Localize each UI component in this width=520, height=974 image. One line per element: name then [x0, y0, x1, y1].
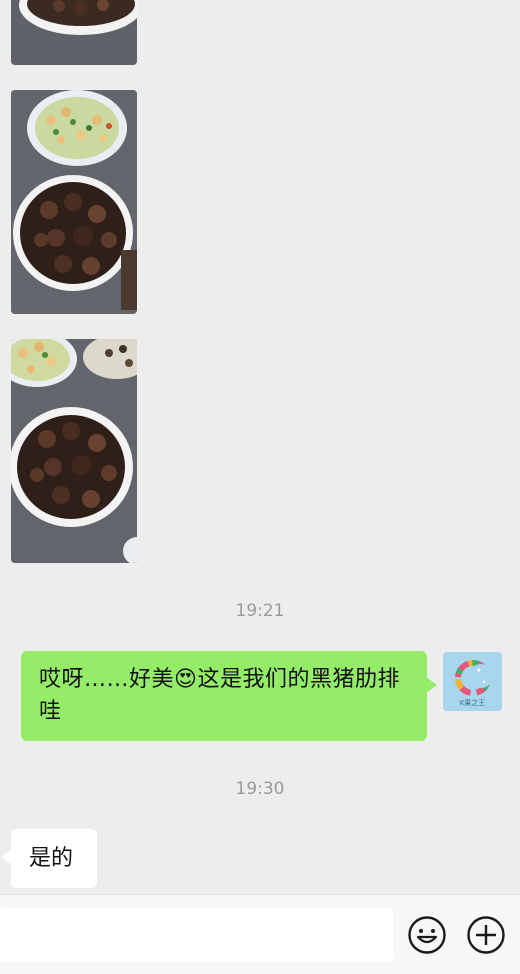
outgoing-message-bubble[interactable]: 哎呀……好美😍这是我们的黑猪肋排哇	[21, 651, 437, 741]
food-photo-icon	[11, 339, 137, 563]
emoji-icon	[408, 916, 446, 954]
food-photo-icon	[11, 0, 137, 65]
photo-message-1[interactable]	[11, 0, 137, 65]
timestamp: 19:30	[235, 779, 285, 799]
message-input[interactable]	[0, 908, 393, 962]
avatar[interactable]: K果之王	[443, 652, 502, 711]
heart-eyes-emoji: 😍	[174, 667, 198, 692]
chat-input-bar	[0, 894, 520, 974]
avatar-caption: K果之王	[459, 699, 486, 707]
plus-icon	[467, 916, 505, 954]
photo-message-2[interactable]	[11, 90, 137, 314]
emoji-button[interactable]	[407, 915, 447, 955]
food-photo-icon	[11, 90, 137, 314]
plus-button[interactable]	[466, 915, 506, 955]
message-text: 是的	[29, 846, 74, 871]
photo-message-3[interactable]	[11, 339, 137, 563]
message-text: 哎呀……好美	[39, 667, 175, 692]
incoming-message-bubble[interactable]: 是的	[1, 829, 97, 888]
timestamp: 19:21	[235, 601, 285, 621]
